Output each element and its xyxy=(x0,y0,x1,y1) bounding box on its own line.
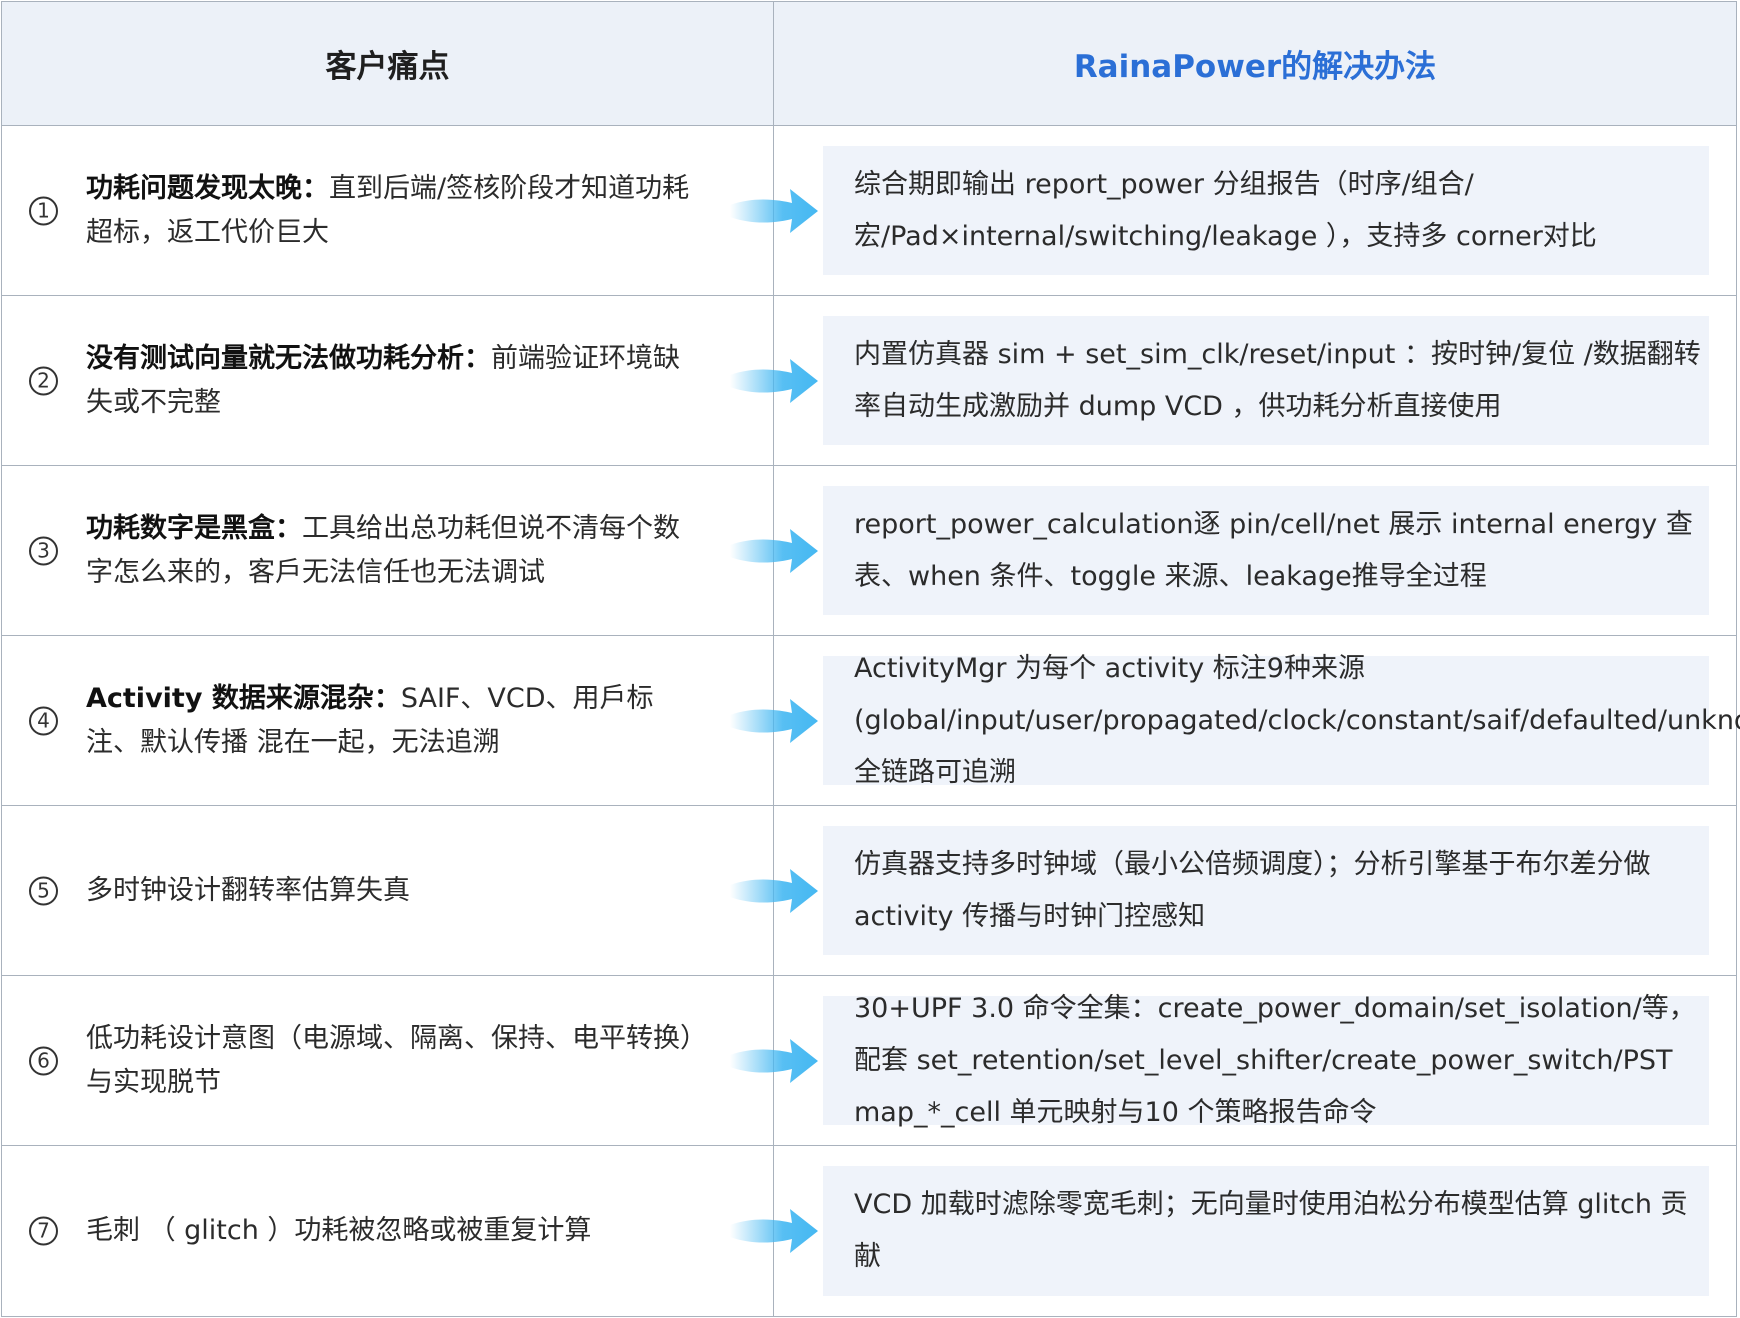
solution-cell: 仿真器支持多时钟域（最小公倍频调度）；分析引擎基于布尔差分做 activity … xyxy=(774,806,1736,975)
circled-number-icon: 3 xyxy=(29,536,58,565)
solution-text: 仿真器支持多时钟域（最小公倍频调度）；分析引擎基于布尔差分做 activity … xyxy=(854,848,1651,932)
solution-cell: ActivityMgr 为每个 activity 标注9种来源(global/i… xyxy=(774,636,1740,805)
solution-text: report_power_calculation逐 pin/cell/net 展… xyxy=(854,508,1693,592)
arrow-right-icon xyxy=(730,868,818,913)
pain-text: 多时钟设计翻转率估算失真 xyxy=(86,869,696,913)
header-pain-points: 客户痛点 xyxy=(2,2,774,125)
arrow-right-icon xyxy=(730,188,818,233)
arrow-right-icon xyxy=(730,1038,818,1083)
pain-cell: 6 低功耗设计意图（电源域、隔离、保持、电平转换）与实现脱节 xyxy=(2,976,818,1145)
table-row: 1 功耗问题发现太晚：直到后端/签核阶段才知道功耗超标，返工代价巨大 综合期即输… xyxy=(2,126,1736,296)
solution-cell: 30+UPF 3.0 命令全集：create_power_domain/set_… xyxy=(774,976,1736,1145)
solution-text: 内置仿真器 sim + set_sim_clk/reset/input ：按时钟… xyxy=(854,338,1701,422)
table-row: 6 低功耗设计意图（电源域、隔离、保持、电平转换）与实现脱节 30+UPF 3.… xyxy=(2,976,1736,1146)
pain-text: 毛刺 （ glitch ）功耗被忽略或被重复计算 xyxy=(86,1209,696,1253)
solution-text: 30+UPF 3.0 命令全集：create_power_domain/set_… xyxy=(854,992,1696,1128)
pain-detail: 多时钟设计翻转率估算失真 xyxy=(86,874,410,906)
table-row: 5 多时钟设计翻转率估算失真 仿真器支持多时钟域（最小公倍频调度）；分析引擎基于… xyxy=(2,806,1736,976)
pain-cell: 3 功耗数字是黑盒：工具给出总功耗但说不清每个数字怎么来的，客戶无法信任也无法调… xyxy=(2,466,818,635)
circled-number-icon: 1 xyxy=(29,196,58,225)
pain-text: 功耗问题发现太晚：直到后端/签核阶段才知道功耗超标，返工代价巨大 xyxy=(86,167,696,255)
pain-cell: 4 Activity 数据来源混杂：SAIF、VCD、用戶标注、默认传播 混在一… xyxy=(2,636,818,805)
pain-cell: 1 功耗问题发现太晚：直到后端/签核阶段才知道功耗超标，返工代价巨大 xyxy=(2,126,818,295)
pain-text: 没有测试向量就无法做功耗分析：前端验证环境缺失或不完整 xyxy=(86,337,696,425)
circled-number-icon: 2 xyxy=(29,366,58,395)
table-header: 客户痛点 RainaPower的解决办法 xyxy=(2,2,1736,126)
table-row: 2 没有测试向量就无法做功耗分析：前端验证环境缺失或不完整 内置仿真器 sim … xyxy=(2,296,1736,466)
pain-bold: 功耗数字是黑盒： xyxy=(86,512,302,544)
pain-cell: 5 多时钟设计翻转率估算失真 xyxy=(2,806,818,975)
circled-number-icon: 7 xyxy=(29,1216,58,1246)
pain-bold: 没有测试向量就无法做功耗分析： xyxy=(86,342,491,374)
pain-text: Activity 数据来源混杂：SAIF、VCD、用戶标注、默认传播 混在一起，… xyxy=(86,677,696,765)
solution-cell: VCD 加载时滤除零宽毛刺；无向量时使用泊松分布模型估算 glitch 贡献 xyxy=(774,1146,1736,1316)
circled-number-icon: 6 xyxy=(29,1046,58,1075)
arrow-right-icon xyxy=(730,528,818,573)
circled-number-icon: 4 xyxy=(29,706,58,735)
pain-cell: 2 没有测试向量就无法做功耗分析：前端验证环境缺失或不完整 xyxy=(2,296,818,465)
header-solutions: RainaPower的解决办法 xyxy=(1073,49,1437,85)
solution-cell: 综合期即输出 report_power 分组报告（时序/组合/宏/Pad×int… xyxy=(774,126,1736,295)
pain-cell: 7 毛刺 （ glitch ）功耗被忽略或被重复计算 xyxy=(2,1146,818,1316)
circled-number-icon: 5 xyxy=(29,876,58,905)
solution-text: ActivityMgr 为每个 activity 标注9种来源(global/i… xyxy=(854,652,1740,788)
pain-detail: 低功耗设计意图（电源域、隔离、保持、电平转换）与实现脱节 xyxy=(86,1022,694,1098)
pain-detail: 毛刺 （ glitch ）功耗被忽略或被重复计算 xyxy=(86,1215,592,1246)
arrow-right-icon xyxy=(730,1209,818,1253)
comparison-table: 客户痛点 RainaPower的解决办法 1 功耗问题发现太晚：直到后端/签核阶… xyxy=(1,1,1740,1317)
arrow-right-icon xyxy=(730,698,818,743)
arrow-right-icon xyxy=(730,358,818,403)
solution-cell: report_power_calculation逐 pin/cell/net 展… xyxy=(774,466,1736,635)
solution-cell: 内置仿真器 sim + set_sim_clk/reset/input ：按时钟… xyxy=(774,296,1736,465)
table-row: 3 功耗数字是黑盒：工具给出总功耗但说不清每个数字怎么来的，客戶无法信任也无法调… xyxy=(2,466,1736,636)
solution-text: 综合期即输出 report_power 分组报告（时序/组合/宏/Pad×int… xyxy=(854,168,1597,252)
table-row: 4 Activity 数据来源混杂：SAIF、VCD、用戶标注、默认传播 混在一… xyxy=(2,636,1740,806)
solution-text: VCD 加载时滤除零宽毛刺；无向量时使用泊松分布模型估算 glitch 贡献 xyxy=(854,1189,1688,1272)
pain-bold: 功耗问题发现太晚： xyxy=(86,172,329,204)
table-row: 7 毛刺 （ glitch ）功耗被忽略或被重复计算 VCD 加载时滤除零宽毛刺… xyxy=(2,1146,1736,1316)
pain-text: 功耗数字是黑盒：工具给出总功耗但说不清每个数字怎么来的，客戶无法信任也无法调试 xyxy=(86,507,696,595)
pain-text: 低功耗设计意图（电源域、隔离、保持、电平转换）与实现脱节 xyxy=(86,1017,696,1105)
pain-bold: Activity 数据来源混杂： xyxy=(86,682,401,714)
